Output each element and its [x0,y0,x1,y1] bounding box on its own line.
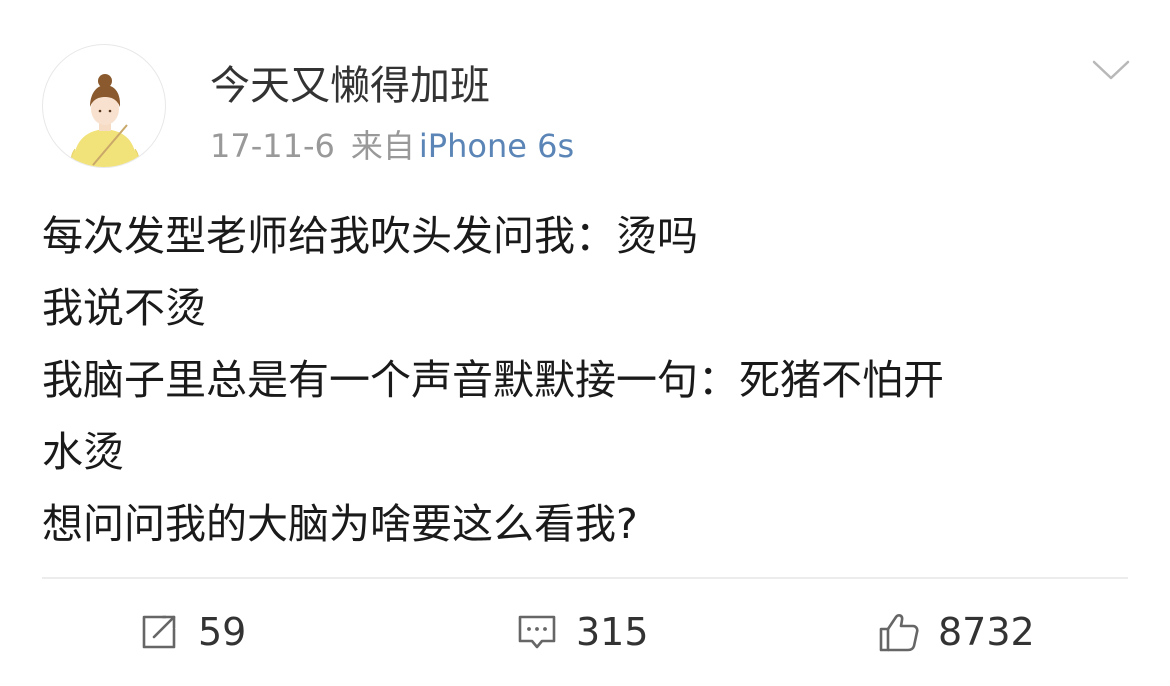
avatar-illustration [71,74,139,167]
like-button[interactable]: 8732 [876,604,1035,660]
source-prefix: 来自 [350,127,415,165]
content-line: 我脑子里总是有一个声音默默接一句：死猪不怕开 [42,356,944,404]
post-date: 17-11-6 [210,127,335,165]
repost-count: 59 [198,610,247,654]
repost-button[interactable]: 59 [136,604,246,660]
content-line: 水烫 [42,428,124,476]
comment-icon [518,615,556,649]
author-name[interactable]: 今天又懒得加班 [210,58,490,114]
comment-count: 315 [576,610,649,654]
repost-icon [142,615,176,649]
content-line: 我说不烫 [42,284,206,332]
post-content: 每次发型老师给我吹头发问我：烫吗 我说不烫 我脑子里总是有一个声音默默接一句：死… [42,200,1132,560]
content-line: 每次发型老师给我吹头发问我：烫吗 [42,212,698,260]
avatar[interactable] [42,44,166,168]
post-meta: 17-11-6 来自 iPhone 6s [210,124,574,168]
comment-button[interactable]: 315 [514,604,649,660]
like-count: 8732 [938,610,1035,654]
content-line: 想问问我的大脑为啥要这么看我? [42,500,638,548]
divider [42,577,1128,579]
thumbs-up-icon [879,614,919,652]
source-device-link[interactable]: iPhone 6s [419,127,574,165]
chevron-down-icon[interactable] [1090,56,1132,84]
weibo-post-card: 今天又懒得加班 17-11-6 来自 iPhone 6s 每次发型老师给我吹头发问我… [0,0,1170,686]
